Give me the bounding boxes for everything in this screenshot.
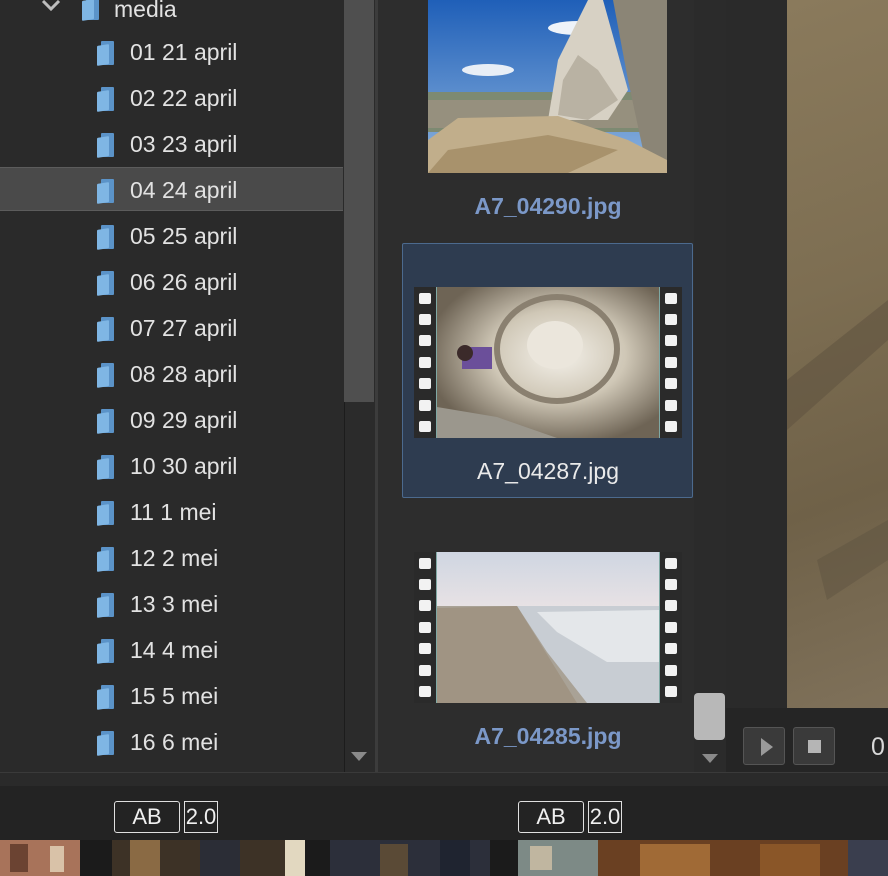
folder-label: 01 21 april (130, 39, 238, 65)
folder-icon (97, 271, 114, 296)
scroll-down-arrow-icon[interactable] (351, 752, 367, 761)
folder-row[interactable]: 05 25 april (0, 214, 343, 258)
film-edge-left (414, 287, 437, 438)
thumbnail-scrollbar[interactable] (694, 0, 726, 772)
film-strip[interactable] (0, 840, 888, 876)
folder-label: 08 28 april (130, 361, 238, 387)
folder-row[interactable]: 02 22 april (0, 76, 343, 120)
folder-label: 12 2 mei (130, 545, 219, 571)
folder-row[interactable]: 13 3 mei (0, 582, 343, 626)
folder-label: 15 5 mei (130, 683, 219, 709)
folder-label: 13 3 mei (130, 591, 219, 617)
film-edge-right (659, 287, 682, 438)
tree-scrollbar-thumb[interactable] (344, 0, 374, 402)
version-badge: 2.0 (184, 801, 218, 833)
thumbnail-filename[interactable]: A7_04285.jpg (402, 723, 694, 749)
version-badge: 2.0 (588, 801, 622, 833)
thumbnail-filename[interactable]: A7_04287.jpg (402, 458, 694, 484)
playback-counter: 0 (871, 733, 885, 761)
play-icon (761, 738, 773, 756)
bottom-separator (0, 772, 888, 786)
folder-label: 03 23 april (130, 131, 238, 157)
folder-icon (97, 455, 114, 480)
folder-label: 10 30 april (130, 453, 238, 479)
folder-row[interactable]: 14 4 mei (0, 628, 343, 672)
ab-compare-button[interactable]: AB (114, 801, 180, 833)
film-edge-right (659, 552, 682, 703)
folder-row[interactable]: 07 27 april (0, 306, 343, 350)
folder-row[interactable]: 01 21 april (0, 30, 343, 74)
folder-label-media[interactable]: media (114, 0, 177, 21)
folder-row[interactable]: 04 24 april (0, 167, 343, 211)
folder-icon (82, 0, 99, 21)
folder-row[interactable]: 08 28 april (0, 352, 343, 396)
folder-label: 02 22 april (130, 85, 238, 111)
folder-icon (97, 363, 114, 388)
folder-icon (97, 593, 114, 618)
scroll-down-arrow-icon[interactable] (702, 754, 718, 763)
folder-icon (97, 501, 114, 526)
folder-row[interactable]: 10 30 april (0, 444, 343, 488)
play-button[interactable] (743, 727, 785, 765)
folder-icon (97, 87, 114, 112)
folder-row[interactable]: 11 1 mei (0, 490, 343, 534)
folder-icon (97, 133, 114, 158)
folder-icon (97, 179, 114, 204)
preview-image[interactable] (787, 0, 888, 708)
folder-row[interactable]: 06 26 april (0, 260, 343, 304)
folder-label: 05 25 april (130, 223, 238, 249)
folder-label: 04 24 april (130, 177, 238, 203)
ab-compare-button[interactable]: AB (518, 801, 584, 833)
folder-label: 11 1 mei (130, 499, 217, 525)
folder-row[interactable]: 16 6 mei (0, 720, 343, 764)
folder-icon (97, 409, 114, 434)
folder-label: 06 26 april (130, 269, 238, 295)
folder-tree[interactable]: media 01 21 april 02 22 april 03 23 april 0… (0, 0, 344, 772)
chevron-down-icon[interactable] (40, 0, 62, 14)
stop-button[interactable] (793, 727, 835, 765)
folder-label: 14 4 mei (130, 637, 219, 663)
thumbnail-video[interactable] (414, 552, 682, 703)
folder-icon (97, 547, 114, 572)
folder-label: 09 29 april (130, 407, 238, 433)
folder-icon (97, 41, 114, 66)
thumbnail-filename[interactable]: A7_04290.jpg (402, 193, 694, 219)
folder-icon (97, 639, 114, 664)
folder-row[interactable]: 03 23 april (0, 122, 343, 166)
folder-icon (97, 685, 114, 710)
folder-icon (97, 225, 114, 250)
folder-icon (97, 317, 114, 342)
folder-row[interactable]: 15 5 mei (0, 674, 343, 718)
folder-label: 16 6 mei (130, 729, 219, 755)
thumbnail-image[interactable] (428, 0, 667, 173)
film-edge-left (414, 552, 437, 703)
folder-label: 07 27 april (130, 315, 238, 341)
folder-row[interactable]: 09 29 april (0, 398, 343, 442)
thumbnail-video[interactable] (414, 287, 682, 438)
thumbnail-scrollbar-thumb[interactable] (694, 693, 725, 740)
stop-icon (808, 740, 821, 753)
folder-row[interactable]: 12 2 mei (0, 536, 343, 580)
folder-icon (97, 731, 114, 756)
